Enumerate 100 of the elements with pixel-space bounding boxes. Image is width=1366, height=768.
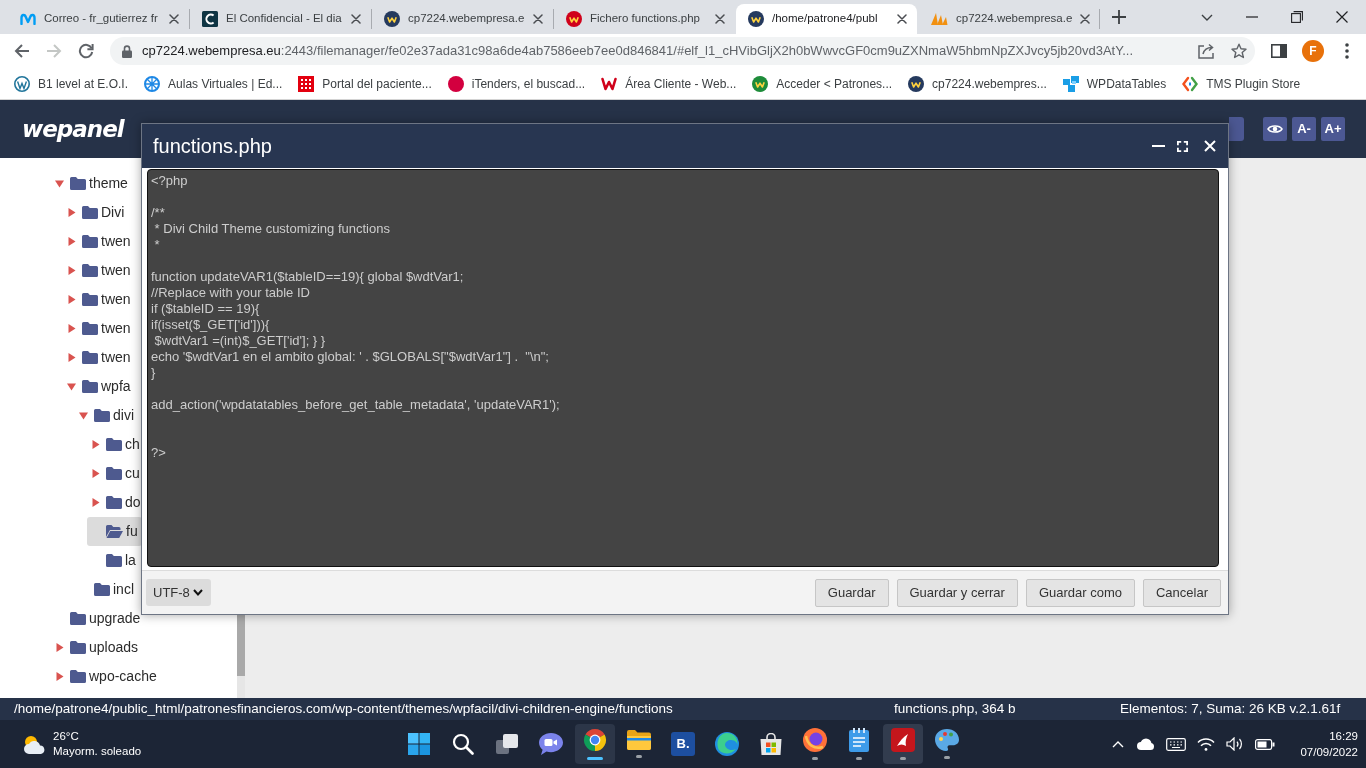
dialog-button[interactable]: Guardar y cerrar bbox=[896, 578, 1018, 607]
font-size-button[interactable]: A+ bbox=[1321, 117, 1345, 141]
side-panel-icon[interactable] bbox=[1271, 44, 1287, 58]
cloud-icon[interactable] bbox=[1135, 738, 1156, 750]
restore-icon[interactable] bbox=[1291, 11, 1303, 23]
tree-item[interactable]: twen bbox=[63, 256, 135, 285]
bookmark[interactable]: TMS Plugin Store bbox=[1174, 70, 1309, 97]
open-folder-icon bbox=[106, 525, 123, 538]
close-icon[interactable] bbox=[351, 14, 361, 24]
close-icon[interactable] bbox=[715, 14, 725, 24]
eye-button[interactable] bbox=[1263, 117, 1287, 141]
fullscreen-icon[interactable] bbox=[1177, 140, 1188, 152]
caret-right-icon[interactable] bbox=[55, 643, 64, 652]
folder-icon bbox=[94, 409, 110, 422]
bookmark[interactable]: iTenders, el buscad... bbox=[439, 70, 594, 97]
tree-item[interactable]: divi bbox=[75, 401, 138, 430]
more-menu-icon[interactable] bbox=[1345, 43, 1349, 59]
chevron-up-icon[interactable] bbox=[1112, 740, 1125, 748]
folder-icon bbox=[70, 177, 86, 190]
status-file-info: functions.php, 364 b bbox=[894, 699, 1017, 718]
globe-icon bbox=[803, 728, 827, 752]
wifi-icon[interactable] bbox=[1197, 737, 1216, 751]
caret-right-icon[interactable] bbox=[55, 672, 64, 681]
caret-right-icon[interactable] bbox=[67, 237, 76, 246]
clock-time[interactable]: 16:29 bbox=[1329, 728, 1358, 744]
tree-item[interactable]: wpo-cache bbox=[51, 662, 161, 691]
tree-item[interactable]: upgrade bbox=[51, 604, 145, 633]
browser-tab[interactable]: /home/patrone4/publ bbox=[736, 4, 917, 34]
share-icon[interactable] bbox=[1197, 43, 1215, 59]
bookmark[interactable]: B1 level at E.O.I. bbox=[6, 70, 137, 97]
taskbar-app[interactable]: B. bbox=[663, 724, 703, 764]
tree-item[interactable]: la bbox=[87, 546, 140, 575]
tree-item[interactable]: uploads bbox=[51, 633, 143, 662]
tree-item[interactable]: Divi bbox=[63, 198, 129, 227]
address-bar[interactable]: cp7224.webempresa.eu:2443/filemanager/fe02e37ada31c98a6de4ab7586eeb7ee0d846841/#elf_l1_cHVibGljX2h0bWwvcGF0cm9uZXNmaW5hbmNpZXJvcy5jb20vd3AtY... bbox=[110, 37, 1255, 65]
app-logo: wepanel bbox=[22, 114, 124, 144]
tree-item[interactable]: ch bbox=[87, 430, 144, 459]
reload-icon[interactable] bbox=[78, 43, 94, 59]
plus-icon[interactable] bbox=[1112, 10, 1126, 24]
tree-item[interactable]: twen bbox=[63, 285, 135, 314]
tree-item[interactable]: incl bbox=[75, 575, 138, 604]
caret-down-icon[interactable] bbox=[79, 411, 88, 420]
folder-icon bbox=[82, 206, 98, 219]
caret-right-icon[interactable] bbox=[67, 353, 76, 362]
close-icon[interactable] bbox=[1336, 11, 1348, 23]
caret-right-icon[interactable] bbox=[67, 208, 76, 217]
tricolor-circle-icon bbox=[583, 728, 607, 752]
caret-right-icon[interactable] bbox=[67, 266, 76, 275]
tree-item[interactable]: twen bbox=[63, 343, 135, 372]
dialog-button[interactable]: Guardar como bbox=[1025, 578, 1135, 607]
tree-item[interactable]: theme bbox=[51, 169, 132, 198]
bookmark[interactable]: WPDataTables bbox=[1054, 70, 1175, 97]
browser-tab[interactable]: Fichero functions.php bbox=[554, 4, 735, 34]
bookmark[interactable]: cp7224.webempres... bbox=[900, 70, 1055, 97]
browser-tab[interactable]: cp7224.webempresa.e bbox=[918, 4, 1099, 34]
close-icon[interactable] bbox=[1080, 14, 1091, 24]
folder-icon bbox=[82, 351, 98, 364]
browser-tab[interactable]: cp7224.webempresa.e bbox=[372, 4, 553, 34]
bookmark[interactable]: Portal del paciente... bbox=[290, 70, 440, 97]
weather-condition: Mayorm. soleado bbox=[53, 744, 142, 759]
encoding-select[interactable]: UTF-8 bbox=[146, 579, 211, 606]
chevron-down-icon[interactable] bbox=[1201, 13, 1213, 21]
font-size-button[interactable]: A- bbox=[1292, 117, 1316, 141]
caret-right-icon[interactable] bbox=[67, 295, 76, 304]
tree-item[interactable]: wpfa bbox=[63, 372, 135, 401]
tree-item[interactable]: fu bbox=[87, 517, 142, 546]
browser-tab[interactable]: El Confidencial - El dia bbox=[190, 4, 371, 34]
tree-item[interactable]: do bbox=[87, 488, 145, 517]
code-editor[interactable]: <?php /** * Divi Child Theme customizing functions * function updateVAR1($tableID==19){ global $wdtVar1; //Replace with your table ID if ($tableID == 19){ if(isset($_GET['id'])){ $wdtVar1 =(int)$_GET['id']; } } echo '$wdtVar1 en el ambito global: ' . $GLOBALS["$wdtVar1"] . "\n"; } add_action('wpdatatables_before_get_table_metadata', 'updateVAR1'); ?> bbox=[147, 169, 1219, 567]
tree-item[interactable]: cu bbox=[87, 459, 144, 488]
caret-down-icon[interactable] bbox=[55, 179, 64, 188]
back-arrow-icon[interactable] bbox=[14, 43, 30, 59]
close-icon[interactable] bbox=[533, 14, 543, 24]
bookmark[interactable]: Acceder < Patrones... bbox=[744, 70, 901, 97]
browser-tab[interactable]: Correo - fr_gutierrez fr bbox=[8, 4, 189, 34]
caret-right-icon[interactable] bbox=[91, 440, 100, 449]
dialog-button[interactable]: Guardar bbox=[814, 578, 889, 607]
folder-icon bbox=[82, 380, 98, 393]
bookmark[interactable]: Aulas Virtuales | Ed... bbox=[136, 70, 291, 97]
caret-right-icon[interactable] bbox=[91, 469, 100, 478]
battery-icon[interactable] bbox=[1255, 738, 1276, 750]
search-icon bbox=[452, 733, 474, 755]
bookmark[interactable]: Área Cliente - Web... bbox=[593, 70, 745, 97]
speaker-icon[interactable] bbox=[1226, 737, 1245, 751]
caret-right-icon[interactable] bbox=[91, 498, 100, 507]
keyboard-icon[interactable] bbox=[1166, 737, 1187, 751]
tree-item[interactable]: twen bbox=[63, 314, 135, 343]
shopping-bag-icon bbox=[759, 733, 783, 755]
tree-item[interactable]: twen bbox=[63, 227, 135, 256]
taskbar-app[interactable] bbox=[575, 724, 615, 764]
close-icon[interactable] bbox=[169, 14, 179, 24]
folder-icon bbox=[106, 467, 122, 480]
close-icon[interactable] bbox=[897, 14, 907, 24]
folder-icon bbox=[82, 264, 98, 277]
taskbar-app[interactable] bbox=[883, 724, 923, 764]
clock-date[interactable]: 07/09/2022 bbox=[1300, 744, 1358, 760]
star-icon[interactable] bbox=[1231, 43, 1247, 59]
dialog-button[interactable]: Cancelar bbox=[1142, 578, 1221, 607]
caret-down-icon[interactable] bbox=[67, 382, 76, 391]
caret-right-icon[interactable] bbox=[67, 324, 76, 333]
